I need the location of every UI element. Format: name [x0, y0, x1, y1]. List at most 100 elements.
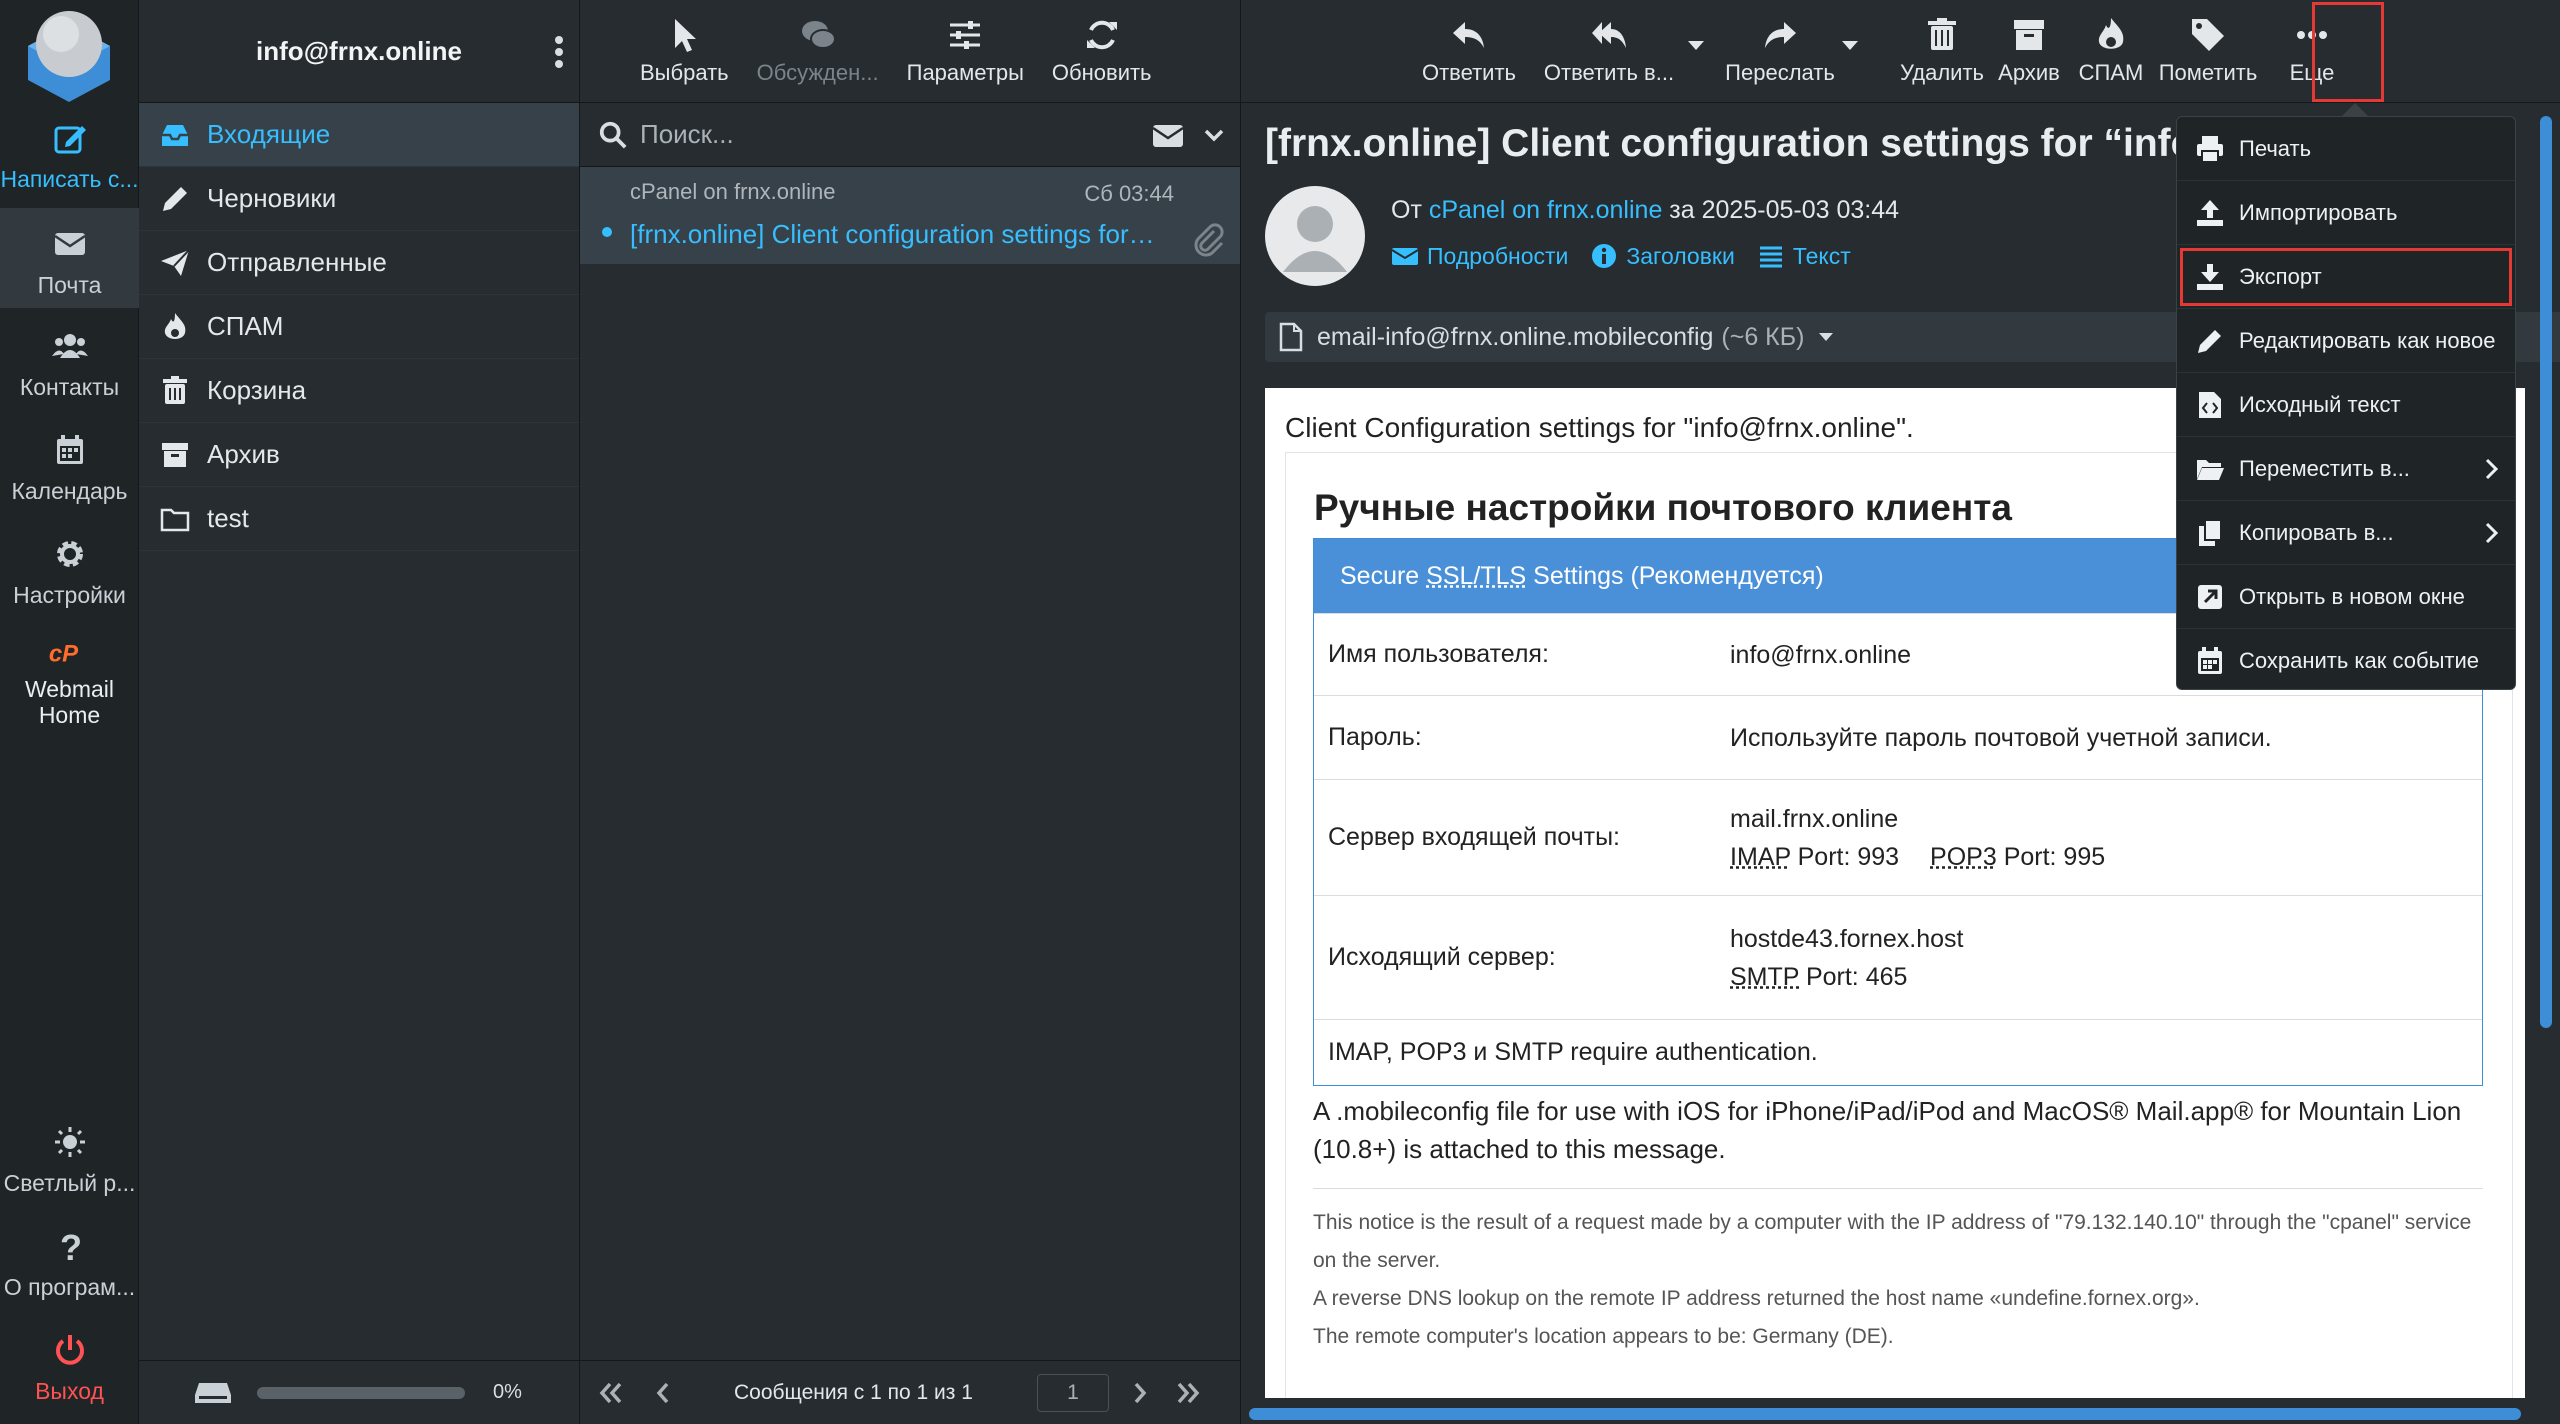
mark-button[interactable]: Пометить [2153, 16, 2263, 86]
reply-all-label: Ответить в... [1543, 60, 1675, 85]
reply-button[interactable]: Ответить [1419, 16, 1519, 86]
folder-test-label: test [207, 503, 249, 533]
menu-item-open-new-window-label: Открыть в новом окне [2239, 583, 2465, 609]
next-page-icon[interactable] [1125, 1378, 1155, 1408]
paperclip-icon [1194, 223, 1224, 257]
reply-all-icon [1592, 22, 1626, 48]
message-subject-heading: [frnx.online] Client configuration setti… [1265, 122, 2215, 165]
folder-sent[interactable]: Отправленные [139, 231, 579, 295]
nav-settings-label: Настройки [13, 582, 126, 608]
kebab-menu-icon[interactable] [551, 34, 567, 70]
vertical-scrollbar[interactable] [2540, 116, 2552, 1028]
search-icon [599, 121, 627, 149]
envelope-filter-icon[interactable] [1152, 124, 1184, 148]
cpanel-logo-icon: cP [0, 638, 139, 670]
folder-test[interactable]: test [139, 487, 579, 551]
search-input[interactable] [640, 119, 1110, 150]
caret-down-icon[interactable] [1818, 332, 1834, 342]
quota-bar [257, 1386, 465, 1399]
theme-toggle[interactable]: Светлый р... [0, 1124, 139, 1197]
imap-port: Port: 993 [1797, 842, 1900, 871]
avatar [1265, 186, 1365, 286]
menu-item-source-label: Исходный текст [2239, 391, 2401, 417]
chevron-right-icon [2485, 522, 2499, 544]
forward-button[interactable]: Переслать [1725, 16, 1835, 86]
delete-button[interactable]: Удалить [1897, 16, 1987, 86]
more-menu: Печать Импортировать Экспорт Редактирова… [2176, 103, 2516, 693]
nav-webmail-home[interactable]: cP Webmail Home [0, 638, 139, 728]
menu-caret [2341, 103, 2369, 117]
app-rail: Написать с... Почта Контакты Календарь Н… [0, 0, 139, 1424]
nav-contacts[interactable]: Контакты [0, 328, 139, 401]
nav-settings[interactable]: Настройки [0, 536, 139, 609]
forward-dropdown-icon[interactable] [1841, 40, 1859, 52]
quota-footer: 0% [139, 1360, 579, 1424]
nav-calendar[interactable]: Календарь [0, 432, 139, 505]
request-notice: This notice is the result of a request m… [1313, 1204, 2483, 1356]
threads-label: Обсужден... [756, 60, 879, 85]
sender-link[interactable]: cPanel on frnx.online [1429, 196, 1662, 224]
archive-icon [157, 437, 193, 473]
archive-icon [2014, 20, 2044, 50]
nav-webmail-home-label: Webmail Home [24, 676, 115, 728]
pencil-icon [157, 181, 193, 217]
fire-icon [2098, 18, 2124, 49]
about-button[interactable]: ? О програм... [0, 1227, 139, 1301]
menu-item-move-to[interactable]: Переместить в... [2177, 437, 2515, 501]
menu-item-edit-as-new[interactable]: Редактировать как новое [2177, 309, 2515, 373]
menu-item-print[interactable]: Печать [2177, 117, 2515, 181]
table-head-pre: Secure [1340, 561, 1427, 590]
last-page-icon[interactable] [1173, 1378, 1203, 1408]
download-icon [2197, 263, 2223, 290]
menu-item-export[interactable]: Экспорт [2177, 245, 2515, 309]
menu-item-import[interactable]: Импортировать [2177, 181, 2515, 245]
logout-button[interactable]: Выход [0, 1332, 139, 1405]
refresh-button[interactable]: Обновить [1052, 16, 1152, 86]
horizontal-scrollbar[interactable] [1249, 1408, 2521, 1420]
details-link[interactable]: Подробности [1391, 242, 1568, 270]
reply-label: Ответить [1421, 60, 1517, 85]
select-label: Выбрать [640, 60, 729, 85]
comments-icon [801, 21, 836, 49]
menu-item-source[interactable]: Исходный текст [2177, 373, 2515, 437]
folder-drafts-label: Черновики [207, 183, 337, 213]
compose-label: Написать с... [0, 166, 139, 192]
page-number-input[interactable]: 1 [1036, 1373, 1109, 1412]
folder-inbox[interactable]: Входящие [139, 103, 579, 167]
compose-button[interactable]: Написать с... [0, 120, 139, 193]
archive-button[interactable]: Архив [1989, 16, 2069, 86]
menu-item-save-as-event[interactable]: Сохранить как событие [2177, 629, 2515, 693]
fire-icon [157, 309, 193, 345]
prev-page-icon[interactable] [648, 1378, 678, 1408]
threads-button[interactable]: Обсужден... [757, 16, 879, 86]
folder-trash[interactable]: Корзина [139, 359, 579, 423]
table-row-incoming: Сервер входящей почты: mail.frnx.online … [1314, 779, 2482, 895]
first-page-icon[interactable] [596, 1378, 626, 1408]
spam-button[interactable]: СПАМ [2071, 16, 2151, 86]
select-button[interactable]: Выбрать [640, 16, 729, 86]
chevron-down-icon[interactable] [1204, 129, 1224, 143]
folder-archive[interactable]: Архив [139, 423, 579, 487]
folder-icon [157, 501, 193, 537]
reply-all-button[interactable]: Ответить в... [1533, 16, 1685, 86]
attachment-size: (~6 КБ) [1721, 322, 1805, 351]
theme-label: Светлый р... [3, 1170, 136, 1196]
folder-drafts[interactable]: Черновики [139, 167, 579, 231]
menu-item-print-label: Печать [2239, 135, 2312, 161]
menu-item-copy-to[interactable]: Копировать в... [2177, 501, 2515, 565]
nav-mail[interactable]: Почта [0, 208, 139, 308]
reply-all-dropdown-icon[interactable] [1687, 40, 1705, 52]
outgoing-label: Исходящий сервер: [1328, 943, 1556, 971]
headers-link[interactable]: Заголовки [1590, 242, 1735, 270]
message-row[interactable]: cPanel on frnx.online Сб 03:44 [frnx.onl… [580, 167, 1240, 264]
table-head-abbr: SSL/TLS [1426, 561, 1527, 590]
copy-icon [2199, 518, 2222, 546]
outgoing-ports: SMTP Port: 465 [1730, 958, 2482, 996]
menu-item-open-new-window[interactable]: Открыть в новом окне [2177, 565, 2515, 629]
menu-item-export-label: Экспорт [2239, 263, 2322, 289]
list-options-label: Параметры [906, 60, 1024, 85]
list-options-button[interactable]: Параметры [907, 16, 1024, 86]
date-prefix: за [1669, 196, 1695, 224]
folder-spam[interactable]: СПАМ [139, 295, 579, 359]
plain-text-link[interactable]: Текст [1757, 242, 1851, 270]
